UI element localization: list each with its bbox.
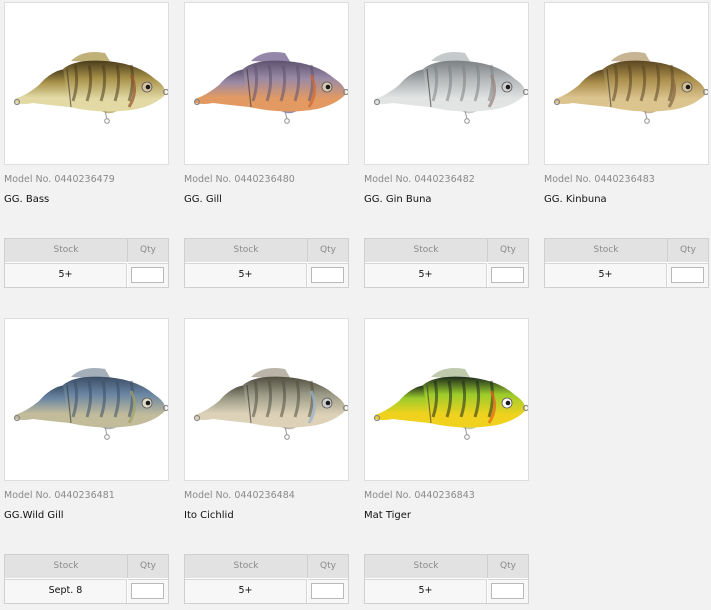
product-image[interactable]: [184, 318, 349, 481]
product-image[interactable]: [4, 318, 169, 481]
stock-header: Stock: [545, 239, 668, 262]
stock-header: Stock: [5, 555, 128, 578]
model-number: Model No. 0440236482: [364, 174, 475, 185]
lure-image: [373, 368, 528, 440]
qty-header: Qty: [308, 239, 348, 262]
stock-header: Stock: [365, 555, 488, 578]
lure-image-svg: [553, 52, 708, 124]
product-image[interactable]: [544, 2, 709, 165]
model-number: Model No. 0440236481: [4, 490, 115, 501]
qty-cell: [668, 263, 708, 287]
product-image[interactable]: [364, 2, 529, 165]
stock-header: Stock: [185, 555, 308, 578]
qty-header: Qty: [668, 239, 708, 262]
stock-value: 5+: [185, 579, 307, 603]
stock-value: 5+: [365, 579, 487, 603]
qty-header: Qty: [128, 239, 168, 262]
stock-table: Stock Qty 5+: [364, 554, 529, 604]
product-name[interactable]: GG. Gin Buna: [364, 194, 432, 205]
product-image[interactable]: [184, 2, 349, 165]
lure-image-svg: [13, 52, 168, 124]
stock-value: 5+: [185, 263, 307, 287]
stock-value: 5+: [5, 263, 127, 287]
product-name[interactable]: Mat Tiger: [364, 510, 411, 521]
product-card[interactable]: Model No. 0440236484 Ito Cichlid Stock Qty 5…: [184, 318, 349, 604]
stock-header: Stock: [5, 239, 128, 262]
stock-table: Stock Qty 5+: [184, 238, 349, 288]
qty-input[interactable]: [131, 267, 164, 283]
lure-image: [373, 52, 528, 124]
qty-cell: [488, 263, 528, 287]
product-name[interactable]: GG. Gill: [184, 194, 222, 205]
lure-image-svg: [373, 52, 528, 124]
qty-input[interactable]: [671, 267, 704, 283]
stock-table: Stock Qty 5+: [184, 554, 349, 604]
stock-value: Sept. 8: [5, 579, 127, 603]
lure-image-svg: [193, 52, 348, 124]
product-name[interactable]: GG.Wild Gill: [4, 510, 64, 521]
qty-cell: [488, 579, 528, 603]
product-card[interactable]: Model No. 0440236482 GG. Gin Buna Stock Qty…: [364, 2, 529, 288]
lure-image: [193, 52, 348, 124]
product-image[interactable]: [4, 2, 169, 165]
product-name[interactable]: GG. Kinbuna: [544, 194, 607, 205]
product-image[interactable]: [364, 318, 529, 481]
model-number: Model No. 0440236484: [184, 490, 295, 501]
model-number: Model No. 0440236843: [364, 490, 475, 501]
stock-header: Stock: [365, 239, 488, 262]
qty-cell: [308, 579, 348, 603]
qty-header: Qty: [128, 555, 168, 578]
product-card[interactable]: Model No. 0440236843 Mat Tiger Stock Qty 5+: [364, 318, 529, 604]
qty-input[interactable]: [311, 267, 344, 283]
product-card[interactable]: Model No. 0440236483 GG. Kinbuna Stock Qty 5…: [544, 2, 709, 288]
stock-value: 5+: [545, 263, 667, 287]
qty-input[interactable]: [311, 583, 344, 599]
stock-value: 5+: [365, 263, 487, 287]
model-number: Model No. 0440236483: [544, 174, 655, 185]
product-card[interactable]: Model No. 0440236480 GG. Gill Stock Qty 5+: [184, 2, 349, 288]
lure-image: [13, 52, 168, 124]
product-name[interactable]: GG. Bass: [4, 194, 49, 205]
lure-image: [553, 52, 708, 124]
qty-input[interactable]: [131, 583, 164, 599]
qty-cell: [308, 263, 348, 287]
lure-image: [193, 368, 348, 440]
stock-table: Stock Qty 5+: [364, 238, 529, 288]
product-name[interactable]: Ito Cichlid: [184, 510, 234, 521]
qty-cell: [128, 579, 168, 603]
stock-table: Stock Qty Sept. 8: [4, 554, 169, 604]
qty-input[interactable]: [491, 583, 524, 599]
qty-header: Qty: [488, 239, 528, 262]
lure-image-svg: [193, 368, 348, 440]
lure-image: [13, 368, 168, 440]
lure-image-svg: [13, 368, 168, 440]
qty-header: Qty: [488, 555, 528, 578]
qty-header: Qty: [308, 555, 348, 578]
model-number: Model No. 0440236479: [4, 174, 115, 185]
stock-table: Stock Qty 5+: [4, 238, 169, 288]
qty-input[interactable]: [491, 267, 524, 283]
product-card[interactable]: Model No. 0440236479 GG. Bass Stock Qty 5+: [4, 2, 169, 288]
stock-header: Stock: [185, 239, 308, 262]
lure-image-svg: [373, 368, 528, 440]
qty-cell: [128, 263, 168, 287]
product-card[interactable]: Model No. 0440236481 GG.Wild Gill Stock Qty…: [4, 318, 169, 604]
stock-table: Stock Qty 5+: [544, 238, 709, 288]
model-number: Model No. 0440236480: [184, 174, 295, 185]
